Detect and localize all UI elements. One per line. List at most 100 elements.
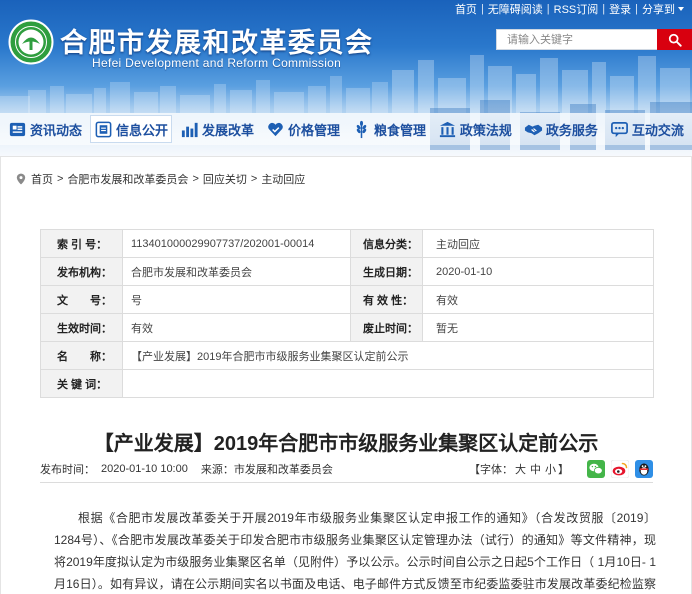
document-number-value: 号 <box>122 285 351 314</box>
chat-icon <box>610 121 628 137</box>
table-row: 生效时间： 有效 废止时间： 暂无 <box>40 313 654 342</box>
nav-label: 粮食管理 <box>373 122 426 138</box>
title-value: 【产业发展】2019年合肥市市级服务业集聚区认定前公示 <box>122 341 654 370</box>
source-label: 来源： <box>200 463 234 476</box>
top-link-separator: | <box>635 3 638 15</box>
top-link-separator: | <box>602 3 606 15</box>
top-links: 首页 | 无障碍阅读 | RSS订阅 | 登录 | 分享到 <box>455 2 684 16</box>
search-icon <box>668 33 682 47</box>
nav-label: 政务服务 <box>545 122 598 138</box>
effective-time-value: 有效 <box>122 313 351 342</box>
title-label: 名 称： <box>40 341 123 370</box>
breadcrumb-home[interactable]: 首页 <box>31 171 53 187</box>
top-link-accessibility[interactable]: 无障碍阅读 <box>488 1 543 17</box>
index-number-label: 索 引 号： <box>40 229 123 258</box>
font-size-large[interactable]: 大 <box>515 461 526 477</box>
location-pin-icon <box>16 173 26 185</box>
top-link-share[interactable]: 分享到 <box>642 1 684 17</box>
index-number-value: 113401000029907737/202001-00014 <box>122 229 351 258</box>
effective-time-label: 生效时间： <box>40 313 123 342</box>
publisher-value: 合肥市发展和改革委员会 <box>122 257 351 286</box>
nav-item-info-disclosure[interactable]: 信息公开 <box>90 116 171 142</box>
breadcrumb-separator: > <box>250 173 258 185</box>
font-size-medium[interactable]: 中 <box>530 461 541 477</box>
nav-item-government-services[interactable]: 政务服务 <box>521 116 601 142</box>
nav-item-development-reform[interactable]: 发展改革 <box>177 116 257 142</box>
table-row: 索 引 号： 113401000029907737/202001-00014 信… <box>40 229 654 258</box>
nav-item-interaction[interactable]: 互动交流 <box>607 116 687 142</box>
font-size-suffix: 】 <box>558 463 569 476</box>
document-icon <box>95 121 112 137</box>
chevron-down-icon <box>678 7 684 11</box>
breadcrumb: 首页 > 合肥市发展和改革委员会 > 回应关切 > 主动回应 <box>16 171 305 187</box>
meta-divider <box>40 482 653 483</box>
keywords-label: 关 键 词： <box>40 369 123 398</box>
price-heart-icon <box>268 122 283 136</box>
top-link-login[interactable]: 登录 <box>609 1 631 17</box>
nav-item-grain-management[interactable]: 粮食管理 <box>349 116 429 142</box>
share-buttons <box>587 459 653 478</box>
expiry-time-label: 废止时间： <box>350 313 423 342</box>
breadcrumb-separator: > <box>57 173 64 185</box>
qq-icon[interactable] <box>635 459 653 478</box>
created-date-value: 2020-01-10 <box>422 257 654 286</box>
breadcrumb-commission[interactable]: 合肥市发展和改革委员会 <box>67 171 188 187</box>
nav-label: 信息公开 <box>115 122 168 138</box>
keywords-value <box>122 369 654 398</box>
nav-label: 发展改革 <box>201 122 254 138</box>
table-row: 名 称： 【产业发展】2019年合肥市市级服务业集聚区认定前公示 <box>40 341 654 370</box>
weibo-icon[interactable] <box>611 459 629 478</box>
search-box <box>496 29 692 50</box>
table-row: 文 号： 号 有 效 性： 有效 <box>40 285 654 314</box>
wechat-icon[interactable] <box>587 459 605 478</box>
site-title[interactable]: 合肥市发展和改革委员会 <box>60 21 374 60</box>
validity-label: 有 效 性： <box>350 285 423 314</box>
top-link-rss[interactable]: RSS订阅 <box>554 1 599 17</box>
site-emblem-icon[interactable] <box>8 19 54 65</box>
publisher-label: 发布机构： <box>40 257 123 286</box>
info-table: 索 引 号： 113401000029907737/202001-00014 信… <box>40 229 654 398</box>
nav-label: 价格管理 <box>287 122 340 138</box>
breadcrumb-separator: > <box>192 173 199 185</box>
article-tools: 【字体： 大 中 小 】 <box>469 459 653 478</box>
search-input[interactable] <box>496 29 657 50</box>
nav-label: 政策法规 <box>459 122 512 138</box>
nav-item-price-management[interactable]: 价格管理 <box>263 116 343 142</box>
main-nav: 资讯动态 信息公开 发展改革 价格管理 粮食管理 政策法规 政务服务 互动交流 <box>0 113 692 145</box>
search-button[interactable] <box>657 29 692 50</box>
top-link-separator: | <box>480 3 484 15</box>
wheat-icon <box>356 120 367 138</box>
breadcrumb-response-concerns[interactable]: 回应关切 <box>203 171 247 187</box>
source-value: 市发展和改革委员会 <box>233 463 333 476</box>
created-date-label: 生成日期： <box>350 257 423 286</box>
courthouse-icon <box>439 121 456 137</box>
nav-label: 互动交流 <box>631 122 684 138</box>
publish-time-label: 发布时间： <box>40 463 95 476</box>
table-row: 发布机构： 合肥市发展和改革委员会 生成日期： 2020-01-10 <box>40 257 654 286</box>
top-link-separator: | <box>546 3 550 15</box>
article-title: 【产业发展】2019年合肥市市级服务业集聚区认定前公示 <box>93 433 599 455</box>
breadcrumb-active-response[interactable]: 主动回应 <box>261 171 305 187</box>
font-size-small[interactable]: 小 <box>545 461 556 477</box>
handshake-icon <box>524 124 542 135</box>
top-link-home[interactable]: 首页 <box>455 1 477 17</box>
table-row: 关 键 词： <box>40 369 654 398</box>
document-number-label: 文 号： <box>40 285 123 314</box>
nav-item-policy-regulations[interactable]: 政策法规 <box>435 116 515 142</box>
content-panel: 首页 > 合肥市发展和改革委员会 > 回应关切 > 主动回应 索 引 号： 11… <box>0 156 692 594</box>
nav-item-news[interactable]: 资讯动态 <box>5 116 85 142</box>
article-body: 根据《合肥市发展改革委关于开展2019年市级服务业集聚区认定申报工作的通知》（合… <box>54 511 656 591</box>
site-subtitle: Hefei Development and Reform Commission <box>92 56 342 70</box>
category-value: 主动回应 <box>422 229 654 258</box>
nav-label: 资讯动态 <box>30 122 83 138</box>
validity-value: 有效 <box>422 285 654 314</box>
article-meta: 发布时间： 2020-01-10 10:00 来源： 市发展和改革委员会 【字体… <box>40 459 653 478</box>
expiry-time-value: 暂无 <box>422 313 654 342</box>
publish-time-value: 2020-01-10 10:00 <box>101 462 188 475</box>
news-icon <box>9 122 26 136</box>
top-link-share-label: 分享到 <box>642 4 675 16</box>
site-header: 首页 | 无障碍阅读 | RSS订阅 | 登录 | 分享到 合肥市发展和改革委员… <box>0 0 692 156</box>
bar-chart-icon <box>181 122 198 137</box>
category-label: 信息分类： <box>350 229 423 258</box>
font-size-prefix: 【字体： <box>469 463 513 476</box>
